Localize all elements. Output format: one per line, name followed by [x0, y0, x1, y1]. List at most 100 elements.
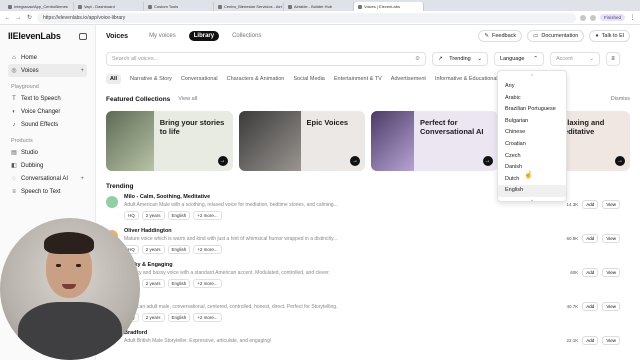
- add-voice-button[interactable]: Add: [582, 268, 599, 277]
- arrow-right-icon[interactable]: →: [482, 156, 493, 166]
- language-option[interactable]: Any: [498, 81, 566, 93]
- voice-row[interactable]: Husky & Engaging A husky and bassy voice…: [106, 262, 630, 292]
- sidebar-item-voice-changer[interactable]: ◐ Voice Changer: [8, 105, 87, 118]
- search-input[interactable]: Search all voices... ⚙: [106, 52, 426, 66]
- forward-icon[interactable]: →: [15, 15, 22, 21]
- tab-collections[interactable]: Collections: [227, 31, 266, 41]
- documentation-label: Documentation: [541, 33, 579, 39]
- category-chip[interactable]: Conversational: [181, 76, 218, 82]
- featured-card[interactable]: Bring your stories to life →: [106, 111, 233, 171]
- voice-stats: 40.7K Add View: [567, 302, 620, 311]
- browser-tab[interactable]: Centro_Bienestar Servicios - Airt: [214, 2, 284, 11]
- voice-info: Milo - Calm, Soothing, Meditative Adult …: [124, 194, 424, 220]
- arrow-right-icon[interactable]: →: [217, 156, 228, 166]
- brand-name: IIElevenLabs: [8, 31, 61, 41]
- search-settings-icon[interactable]: ⚙: [415, 56, 420, 62]
- sidebar-item-voices[interactable]: ◎ Voices +: [8, 64, 87, 77]
- url-field[interactable]: https://elevenlabs.io/app/voice-library: [37, 12, 576, 23]
- card-image: [238, 111, 301, 171]
- voice-name[interactable]: Husky & Engaging: [124, 262, 424, 268]
- talk-to-el-button[interactable]: ● Talk to El: [589, 30, 630, 42]
- conversational-ai-icon: ◌: [12, 175, 16, 182]
- view-voice-button[interactable]: View: [602, 336, 620, 345]
- featured-card[interactable]: Perfect for Conversational AI →: [371, 111, 498, 171]
- filter-icon[interactable]: ≡: [606, 52, 620, 66]
- voice-row[interactable]: Bradford Adult British Male Storyteller.…: [106, 330, 630, 360]
- scroll-up-icon[interactable]: ⌃: [498, 74, 566, 81]
- view-voice-button[interactable]: View: [602, 268, 620, 277]
- favicon-icon: [218, 4, 222, 9]
- add-voice-button[interactable]: Add: [582, 302, 599, 311]
- home-icon: ⌂: [12, 54, 16, 61]
- browser-tab[interactable]: Custom Tools: [144, 2, 214, 11]
- language-option[interactable]: Czech: [498, 151, 566, 163]
- view-all-link[interactable]: View all: [178, 96, 197, 102]
- view-voice-button[interactable]: View: [602, 302, 620, 311]
- plus-icon[interactable]: +: [80, 176, 84, 182]
- tab-my-voices[interactable]: My voices: [144, 31, 181, 41]
- sidebar-item-home[interactable]: ⌂ Home: [8, 51, 87, 64]
- language-select[interactable]: Language ⌃: [494, 52, 544, 66]
- sidebar-item-speech-to-text[interactable]: ≡ Speech to Text: [8, 185, 87, 198]
- language-option[interactable]: Croatian: [498, 139, 566, 151]
- usage-count: 60K: [570, 270, 579, 275]
- category-chip[interactable]: Social Media: [293, 76, 325, 82]
- category-chip[interactable]: All: [106, 74, 122, 84]
- status-badge[interactable]: Finished: [599, 14, 625, 21]
- voice-name[interactable]: Daley: [124, 296, 424, 302]
- language-option[interactable]: Arabic: [498, 93, 566, 105]
- browser-tab[interactable]: Vapi - Dashboard: [74, 2, 144, 11]
- add-voice-button[interactable]: Add: [582, 234, 599, 243]
- browser-tab-active[interactable]: Voices | ElevenLabs: [354, 2, 424, 11]
- extension-icon[interactable]: [579, 14, 586, 21]
- documentation-button[interactable]: ▭ Documentation: [527, 30, 585, 42]
- voice-row[interactable]: Oliver Haddington Mature voice which is …: [106, 228, 630, 258]
- language-option[interactable]: Chinese: [498, 127, 566, 139]
- voice-row[interactable]: Daley American adult male, conversationa…: [106, 296, 630, 326]
- brand-logo[interactable]: IIElevenLabs: [8, 31, 87, 41]
- scroll-down-icon[interactable]: ⌄: [498, 197, 566, 204]
- chevron-up-icon: ⌃: [533, 56, 538, 62]
- category-chip[interactable]: Characters & Animation: [227, 76, 285, 82]
- browser-tab[interactable]: Airtable - Builder Hub: [284, 2, 354, 11]
- presenter-hair: [44, 232, 94, 254]
- category-chip[interactable]: Narrative & Story: [130, 76, 172, 82]
- browser-tab[interactable]: Integracao/App_CentroBemes: [4, 2, 74, 11]
- accent-select[interactable]: Accent ⌄: [550, 52, 600, 66]
- category-chip[interactable]: Informative & Educational: [435, 76, 498, 82]
- plus-icon[interactable]: +: [80, 68, 84, 74]
- language-option[interactable]: Brazilian Portuguese: [498, 104, 566, 116]
- voice-tags: HQ2 yearsEnglish+2 more...: [124, 313, 424, 322]
- arrow-right-icon[interactable]: →: [615, 156, 625, 166]
- view-voice-button[interactable]: View: [602, 234, 620, 243]
- language-option[interactable]: English: [498, 185, 566, 197]
- page-header: Voices My voices Library Collections ✎ Fe…: [106, 25, 630, 47]
- tab-library[interactable]: Library: [188, 31, 220, 41]
- sidebar-item-conversational-ai[interactable]: ◌ Conversational AI +: [8, 172, 87, 185]
- category-chip[interactable]: Entertainment & TV: [334, 76, 382, 82]
- view-voice-button[interactable]: View: [602, 200, 620, 209]
- voice-name[interactable]: Milo - Calm, Soothing, Meditative: [124, 194, 424, 200]
- dismiss-button[interactable]: Dismiss: [611, 96, 630, 102]
- voice-name[interactable]: Bradford: [124, 330, 424, 336]
- reload-icon[interactable]: ↻: [26, 14, 33, 21]
- sidebar-item-sound-effects[interactable]: ♪ Sound Effects: [8, 118, 87, 131]
- add-voice-button[interactable]: Add: [582, 200, 599, 209]
- category-chip[interactable]: Advertisement: [391, 76, 426, 82]
- dubbing-icon: ◧: [11, 162, 17, 169]
- voice-avatar[interactable]: [106, 196, 118, 208]
- sidebar-item-text-to-speech[interactable]: T Text to Speech: [8, 92, 87, 105]
- arrow-right-icon[interactable]: →: [350, 156, 360, 166]
- menu-icon[interactable]: ⋮: [629, 14, 636, 21]
- back-icon[interactable]: ←: [4, 15, 11, 21]
- sort-select[interactable]: ↗ Trending ⌄: [432, 52, 488, 66]
- voice-name[interactable]: Oliver Haddington: [124, 228, 424, 234]
- sidebar-item-dubbing[interactable]: ◧ Dubbing: [8, 159, 87, 172]
- extension-icon[interactable]: [589, 14, 596, 21]
- collapse-sidebar-icon[interactable]: [79, 32, 87, 40]
- add-voice-button[interactable]: Add: [582, 336, 599, 345]
- sidebar-item-studio[interactable]: ▤ Studio: [8, 146, 87, 159]
- featured-card[interactable]: Epic Voices →: [238, 111, 365, 171]
- feedback-button[interactable]: ✎ Feedback: [478, 30, 523, 42]
- language-option[interactable]: Bulgarian: [498, 116, 566, 128]
